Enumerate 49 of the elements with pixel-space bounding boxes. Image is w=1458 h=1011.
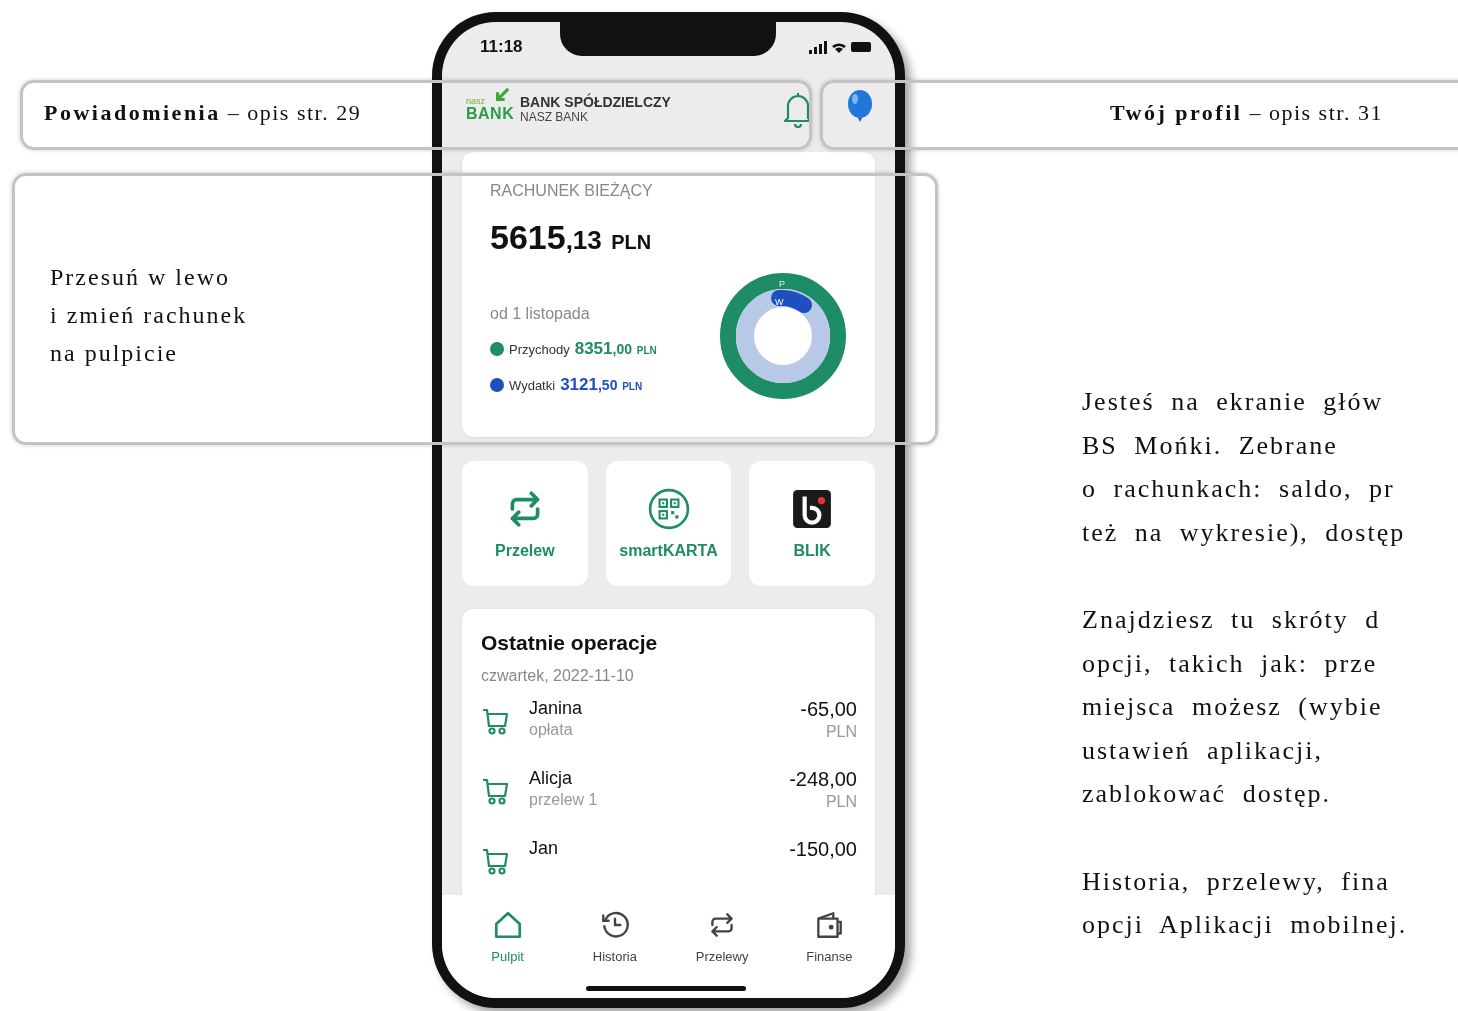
shopping-cart-icon	[481, 776, 509, 808]
operation-name: Jan	[529, 838, 560, 859]
swipe-annotation: Przesuń w lewo i zmień rachunek na pulpicie	[50, 263, 248, 368]
operations-date: czwartek, 2022-11-10	[481, 667, 635, 685]
bank-branch: NASZ BANK	[520, 110, 589, 124]
wifi-icon	[832, 41, 846, 53]
bank-name: BANK SPÓŁDZIELCZY	[520, 94, 672, 110]
nav-tab[interactable]: Pulpit	[462, 909, 553, 967]
blik-logo-icon	[791, 487, 834, 530]
account-balance: 5615,13 PLN	[490, 218, 653, 257]
chart-label: W	[775, 297, 784, 307]
operation-name: Janina	[529, 698, 584, 719]
operation-currency: PLN	[824, 793, 857, 811]
status-time: 11:18	[480, 37, 523, 57]
profile-annotation: Twój profil – opis str. 31	[1110, 100, 1383, 126]
operations-title: Ostatnie operacje	[481, 631, 659, 655]
shortcut-tile[interactable]: BLIK	[749, 461, 875, 586]
logo-text: nasz	[466, 96, 485, 106]
account-card[interactable]: RACHUNEK BIEŻĄCY 5615,13 PLN od 1 listopada Przychody 8351,00 PLN Wydatki 3121,50 PLN P W	[462, 152, 875, 437]
operation-amount: -65,00	[800, 698, 857, 721]
shopping-cart-icon	[481, 846, 509, 878]
operation-description: opłata	[529, 721, 574, 739]
arrow-logo-icon	[494, 86, 510, 103]
shopping-cart-icon	[481, 706, 509, 738]
battery-icon	[851, 42, 871, 52]
operation-amount: -150,00	[789, 838, 857, 861]
signal-icon	[809, 40, 827, 54]
nav-tab[interactable]: Przelewy	[677, 909, 768, 967]
legend-label: Wydatki	[509, 377, 556, 393]
nav-tab[interactable]: Historia	[569, 909, 660, 967]
shortcut-tile[interactable]: smartKARTA	[605, 461, 732, 586]
operation-currency: PLN	[824, 723, 857, 741]
qr-code-icon	[647, 487, 690, 530]
shortcut-tile[interactable]: Przelew	[462, 461, 588, 586]
account-title: RACHUNEK BIEŻĄCY	[490, 182, 654, 200]
chart-label: P	[779, 279, 785, 289]
nav-tab[interactable]: Finanse	[784, 909, 875, 967]
operation-name: Alicja	[529, 768, 573, 789]
expense-arc	[771, 289, 812, 313]
description-paragraph: Historia, przelewy, fina opcji Aplikacji mobilnej.	[1082, 865, 1408, 941]
operation-amount: -248,00	[789, 768, 857, 791]
notifications-annotation: Powiadomienia – opis str. 29	[44, 100, 362, 126]
legend-label: Przychody	[509, 341, 570, 357]
period-label: od 1 listopada	[490, 305, 591, 323]
description-paragraph: Znajdziesz tu skróty d opcji, takich jak: prze miejsca możesz (wybie ustawień aplikacji, zablokować dostęp.	[1082, 604, 1384, 810]
legend-amount: 3121,50 PLN	[560, 375, 643, 395]
operation-description: przelew 1	[529, 791, 599, 809]
legend-amount: 8351,00 PLN	[574, 339, 657, 359]
description-paragraph: Jesteś na ekranie głów BS Mońki. Zebrane o rachunkach: saldo, pr też na wykresie), dostęp	[1082, 386, 1407, 549]
